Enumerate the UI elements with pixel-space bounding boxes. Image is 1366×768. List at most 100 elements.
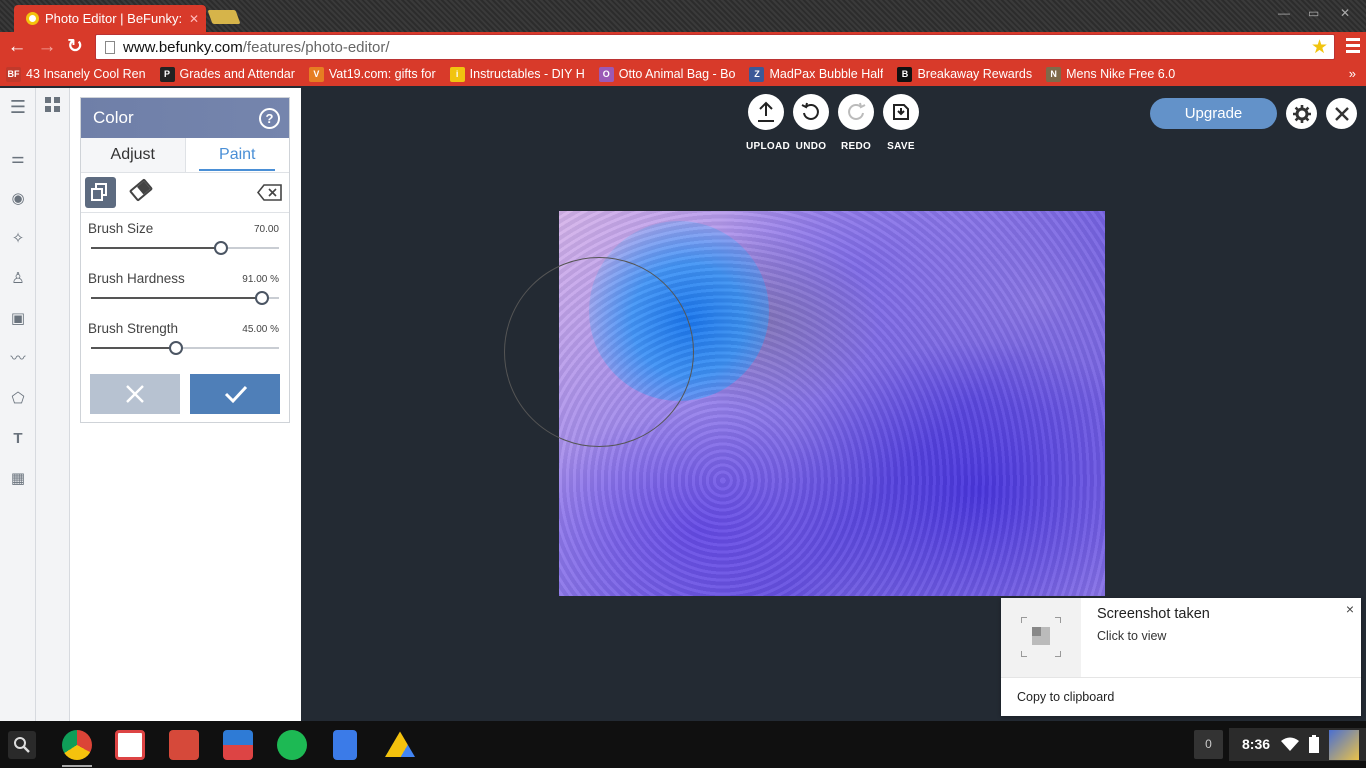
bookmark-item[interactable]: B Breakaway Rewards (897, 66, 1032, 82)
panel-header: Color ? (81, 98, 289, 138)
bookmark-item[interactable]: V Vat19.com: gifts for (308, 66, 436, 82)
google-plus-app-icon[interactable] (169, 730, 199, 760)
hamburger-menu-icon[interactable] (1346, 38, 1360, 56)
bookmark-item[interactable]: N Mens Nike Free 6.0 (1046, 66, 1176, 82)
screenshot-thumbnail (1001, 598, 1081, 677)
bookmark-item[interactable]: BF 43 Insanely Cool Ren (6, 66, 146, 82)
bookmarks-bar: BF 43 Insanely Cool Ren P Grades and Attend… (0, 62, 1366, 86)
mustache-icon[interactable]: 〰 (9, 350, 27, 368)
reload-icon[interactable]: ↻ (64, 36, 86, 58)
brush-tools (81, 173, 289, 213)
madpax-icon: Z (749, 66, 765, 82)
bookmark-item[interactable]: P Grades and Attendar (159, 66, 295, 82)
upgrade-button[interactable]: Upgrade (1150, 98, 1277, 129)
copy-to-clipboard-button[interactable]: Copy to clipboard (1017, 690, 1114, 704)
paint-brush-tool-icon[interactable] (85, 177, 116, 208)
bookmarks-overflow-icon[interactable]: » (1349, 66, 1356, 81)
new-tab-button[interactable] (207, 10, 241, 24)
launcher-search-icon[interactable] (8, 731, 36, 759)
bookmark-item[interactable]: Z MadPax Bubble Half (749, 66, 884, 82)
gmail-app-icon[interactable] (115, 730, 145, 760)
bookmark-item[interactable]: O Otto Animal Bag - Bo (598, 66, 735, 82)
address-bar[interactable]: www.befunky.com/features/photo-editor/ ★ (95, 34, 1335, 60)
slider-value: 91.00 % (242, 274, 279, 285)
help-icon[interactable]: ? (259, 108, 280, 129)
upload-label: UPLOAD (746, 141, 791, 152)
cancel-x-icon (126, 385, 144, 403)
redo-icon (838, 94, 874, 130)
undo-icon (793, 94, 829, 130)
gear-icon (1292, 104, 1311, 123)
apply-button[interactable] (190, 374, 280, 414)
slider-track[interactable] (91, 347, 279, 349)
secondary-rail (36, 88, 70, 721)
browser-tab[interactable]: Photo Editor | BeFunky: F ✕ (14, 5, 206, 32)
slider-label: Brush Hardness (88, 271, 185, 286)
texture-icon[interactable]: ▦ (9, 470, 27, 488)
screenshot-notification[interactable]: Screenshot taken Click to view × Copy to… (1001, 598, 1361, 716)
slider-list: Brush Size 70.00 Brush Hardness 91.00 % Brus… (81, 213, 289, 363)
eye-icon[interactable]: ◉ (9, 190, 27, 208)
status-tray[interactable]: 8:36 (1229, 728, 1366, 761)
slider-brush-size: Brush Size 70.00 (81, 213, 289, 263)
window-close-icon[interactable]: ✕ (1340, 6, 1350, 20)
notification-subtitle[interactable]: Click to view (1097, 629, 1166, 643)
page-icon (105, 40, 115, 54)
slider-brush-hardness: Brush Hardness 91.00 % (81, 263, 289, 313)
sliders-icon[interactable]: ⚌ (9, 150, 27, 168)
tab-adjust[interactable]: Adjust (81, 138, 186, 172)
slider-handle[interactable] (214, 241, 228, 255)
bookmark-label: MadPax Bubble Half (769, 67, 884, 81)
tab-close-icon[interactable]: ✕ (189, 12, 199, 26)
chrome-app-icon[interactable] (62, 730, 92, 760)
bookmark-star-icon[interactable]: ★ (1311, 36, 1328, 59)
notification-title: Screenshot taken (1097, 606, 1210, 622)
notification-divider (1001, 677, 1361, 678)
panel-title: Color (93, 108, 134, 127)
notification-count[interactable]: 0 (1194, 730, 1223, 759)
user-avatar[interactable] (1329, 730, 1359, 760)
drive-app-icon[interactable] (385, 731, 415, 757)
clear-backspace-icon[interactable] (257, 184, 283, 201)
menu-icon[interactable]: ☰ (9, 98, 27, 116)
url-path: /features/photo-editor/ (242, 38, 390, 56)
undo-button[interactable]: UNDO (791, 94, 831, 152)
slider-fill (91, 247, 221, 249)
minimize-icon[interactable]: — (1278, 6, 1290, 20)
cart-icon: O (598, 66, 614, 82)
slider-track[interactable] (91, 247, 279, 249)
bookmark-label: Grades and Attendar (179, 67, 295, 81)
tab-paint[interactable]: Paint (186, 138, 290, 172)
eraser-icon[interactable] (128, 178, 154, 202)
back-arrow-icon[interactable]: ← (6, 36, 28, 58)
brush-icon[interactable]: ♙ (9, 270, 27, 288)
maximize-icon[interactable]: ▭ (1308, 6, 1319, 20)
web-store-app-icon[interactable] (223, 730, 253, 760)
bookmark-label: Mens Nike Free 6.0 (1066, 67, 1176, 81)
save-button[interactable]: SAVE (881, 94, 921, 152)
browser-toolbar: ← → ↻ www.befunky.com/features/photo-edi… (0, 32, 1366, 62)
close-editor-button[interactable] (1326, 98, 1357, 129)
notification-close-icon[interactable]: × (1346, 601, 1354, 617)
slider-track[interactable] (91, 297, 279, 299)
redo-button[interactable]: REDO (836, 94, 876, 152)
magic-wand-icon[interactable]: ✧ (9, 230, 27, 248)
forward-arrow-icon[interactable]: → (36, 36, 58, 58)
slider-handle[interactable] (255, 291, 269, 305)
shape-icon[interactable]: ⬠ (9, 390, 27, 408)
breakaway-icon: B (897, 66, 913, 82)
grid-view-icon[interactable] (45, 97, 61, 113)
close-icon (1334, 106, 1349, 121)
slider-handle[interactable] (169, 341, 183, 355)
settings-button[interactable] (1286, 98, 1317, 129)
upload-button[interactable]: UPLOAD (746, 94, 791, 152)
redo-label: REDO (840, 141, 872, 152)
bookmark-item[interactable]: i Instructables - DIY H (449, 66, 585, 82)
frame-icon[interactable]: ▣ (9, 310, 27, 328)
save-label: SAVE (887, 141, 915, 152)
docs-app-icon[interactable] (333, 730, 357, 760)
text-icon[interactable]: T (9, 430, 27, 448)
cancel-button[interactable] (90, 374, 180, 414)
vat19-icon: V (308, 66, 324, 82)
spotify-app-icon[interactable] (277, 730, 307, 760)
